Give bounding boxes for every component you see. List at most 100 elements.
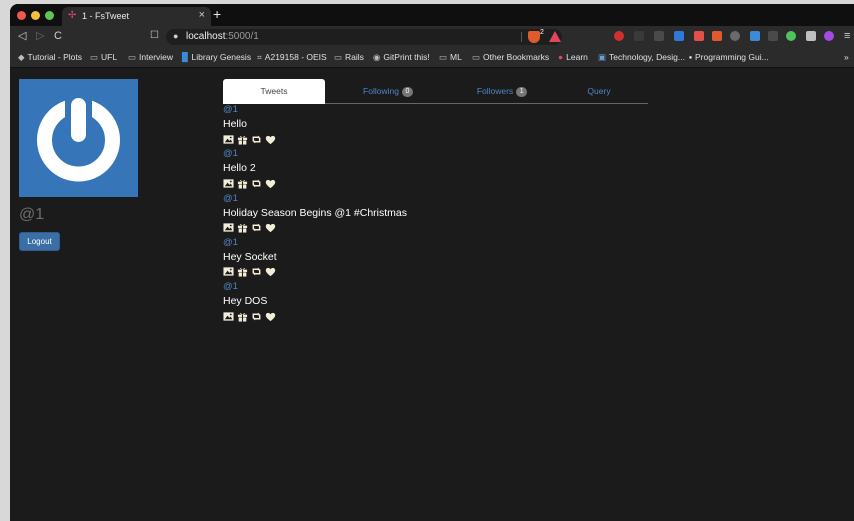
bookmark-item[interactable]: ▭ UFL	[90, 52, 117, 63]
bookmark-label: Other Bookmarks	[483, 52, 550, 62]
image-icon[interactable]	[223, 178, 234, 189]
tweet-item: @1 Hey DOS	[223, 281, 653, 325]
graduation-cap-icon: ◆	[18, 52, 25, 62]
image-icon[interactable]	[223, 222, 234, 233]
address-bar[interactable]: ● localhost:5000/1 2	[166, 29, 562, 45]
github-icon: ◉	[373, 52, 381, 62]
close-window-icon[interactable]	[17, 11, 26, 20]
info-icon[interactable]: ●	[173, 31, 178, 41]
tab-tweets[interactable]: Tweets	[223, 79, 325, 104]
tweet-author-link[interactable]: @1	[223, 237, 653, 249]
tweet-text: Hello 2	[223, 162, 256, 175]
puzzle-extension-icon[interactable]	[806, 31, 816, 41]
grey-extension-icon[interactable]	[768, 31, 778, 41]
tweet-author-link[interactable]: @1	[223, 148, 653, 160]
site-icon: ▣	[598, 52, 607, 62]
toggle-extension-icon[interactable]	[786, 31, 796, 41]
url-divider	[521, 32, 522, 42]
tweet-item: @1 Hello 2	[223, 148, 653, 192]
gift-icon[interactable]	[237, 222, 248, 233]
tweet-author-link[interactable]: @1	[223, 104, 653, 116]
image-icon[interactable]	[223, 311, 234, 322]
back-icon[interactable]: ◁	[18, 30, 26, 42]
tab-following[interactable]: Following 0	[337, 79, 439, 104]
tweet-author-link[interactable]: @1	[223, 193, 653, 205]
pocket-extension-icon[interactable]	[694, 31, 704, 41]
retweet-icon[interactable]	[251, 311, 262, 322]
bookmark-item[interactable]: ▭ Rails	[334, 52, 364, 63]
minimize-window-icon[interactable]	[31, 11, 40, 20]
browser-window: ✢ 1 - FsTweet × + ◁ ▷ C ☐ ● localhost:50…	[10, 4, 854, 521]
heart-icon[interactable]	[265, 178, 276, 189]
gift-icon[interactable]	[237, 134, 248, 145]
tab-label: Tweets	[260, 86, 288, 96]
bookmark-label: Technology, Desig...	[609, 52, 685, 62]
menu-icon[interactable]: ≡	[844, 30, 850, 42]
bookmark-item[interactable]: ▪ Programming Gui...	[689, 52, 769, 62]
bookmark-item[interactable]: ▣ Technology, Desig...	[598, 52, 685, 63]
bookmark-item[interactable]: ◉ GitPrint this!	[373, 52, 430, 63]
maximize-window-icon[interactable]	[45, 11, 54, 20]
tab-close-icon[interactable]: ×	[199, 9, 205, 21]
notes-extension-icon[interactable]	[654, 31, 664, 41]
tab-title: 1 - FsTweet	[82, 11, 130, 21]
retweet-icon[interactable]	[251, 178, 262, 189]
tweet-text: Holiday Season Begins @1 #Christmas	[223, 206, 407, 219]
heart-icon[interactable]	[265, 311, 276, 322]
brave-shield-count: 2	[540, 29, 544, 36]
image-icon[interactable]	[223, 134, 234, 145]
profile-avatar-icon[interactable]	[824, 31, 834, 41]
brave-shield-icon[interactable]	[528, 31, 540, 43]
power-logo-icon	[37, 97, 120, 182]
hat-extension-icon[interactable]	[634, 31, 644, 41]
react-extension-icon[interactable]	[730, 31, 740, 41]
retweet-icon[interactable]	[251, 134, 262, 145]
ublock-extension-icon[interactable]	[614, 31, 624, 41]
avatar	[19, 79, 138, 197]
favicon-icon: ✢	[68, 10, 77, 21]
bookmark-label: A219158 - OEIS	[264, 52, 327, 62]
orange-extension-icon[interactable]	[712, 31, 722, 41]
s-extension-icon[interactable]	[674, 31, 684, 41]
url-text[interactable]: localhost:5000/1	[186, 31, 259, 42]
oeis-icon: ⌗	[257, 52, 262, 62]
image-icon[interactable]	[223, 266, 234, 277]
tab-followers[interactable]: Followers 1	[451, 79, 553, 104]
profile-tabs: Tweets Following 0 Followers 1 Query	[223, 79, 648, 104]
heart-icon[interactable]	[265, 222, 276, 233]
tab-query[interactable]: Query	[548, 79, 650, 104]
site-icon: ▪	[689, 52, 693, 62]
bookmark-label: Library Genesis	[191, 52, 252, 62]
browser-tab[interactable]: ✢ 1 - FsTweet ×	[62, 7, 211, 26]
heart-icon[interactable]	[265, 134, 276, 145]
brave-rewards-icon[interactable]	[549, 31, 561, 42]
tweet-item: @1 Hey Socket	[223, 237, 653, 281]
gift-icon[interactable]	[237, 266, 248, 277]
heart-icon[interactable]	[265, 266, 276, 277]
bookmark-icon[interactable]: ☐	[150, 30, 159, 42]
bookmark-item[interactable]: ▉ Library Genesis	[182, 52, 251, 63]
followers-count-badge: 1	[516, 87, 528, 97]
retweet-icon[interactable]	[251, 222, 262, 233]
gift-icon[interactable]	[237, 178, 248, 189]
retweet-icon[interactable]	[251, 266, 262, 277]
bookmark-item[interactable]: ▭ ML	[439, 52, 462, 63]
bookmark-item[interactable]: ▭ Interview	[128, 52, 173, 63]
tab-strip: ✢ 1 - FsTweet × +	[10, 4, 854, 26]
bookmark-label: GitPrint this!	[383, 52, 430, 62]
bookmark-item[interactable]: ● Learn	[558, 52, 588, 62]
reload-icon[interactable]: C	[54, 30, 62, 42]
gift-icon[interactable]	[237, 311, 248, 322]
bookmark-item[interactable]: ▭ Other Bookmarks	[472, 52, 549, 63]
tweet-author-link[interactable]: @1	[223, 281, 653, 293]
forward-icon[interactable]: ▷	[36, 30, 44, 42]
logout-button[interactable]: Logout	[19, 232, 60, 251]
folder-icon: ▭	[90, 52, 99, 62]
bookmarks-overflow-icon[interactable]: »	[844, 52, 849, 62]
new-tab-icon[interactable]: +	[213, 7, 221, 21]
page-content: @1 Logout Tweets Following 0 Followers 1 Q…	[10, 69, 854, 521]
bookmark-item[interactable]: ◆ Tutorial - Plots	[18, 52, 82, 63]
blue-extension-icon[interactable]	[750, 31, 760, 41]
bookmark-item[interactable]: ⌗ A219158 - OEIS	[257, 52, 327, 63]
dot-icon: ●	[558, 52, 564, 62]
